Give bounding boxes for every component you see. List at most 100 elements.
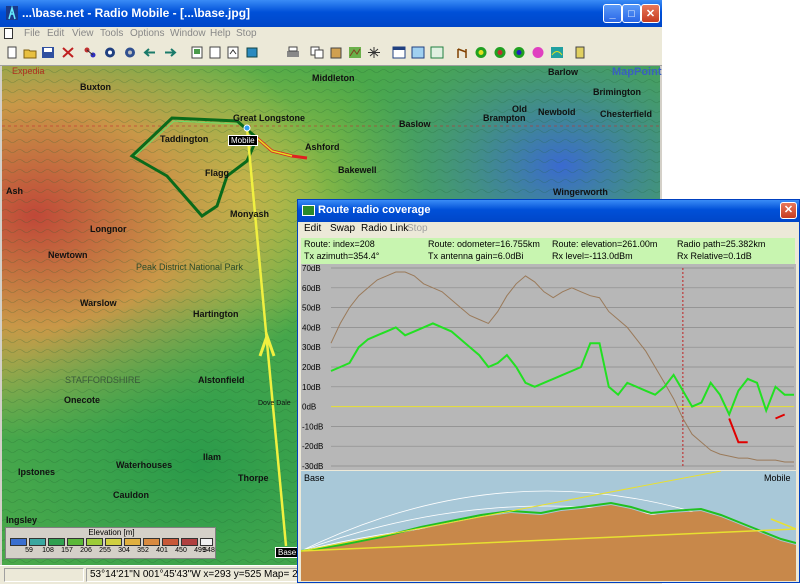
calculator-icon[interactable] [573,46,587,59]
title-bar[interactable]: ...\base.net - Radio Mobile - [...\base.… [0,0,662,27]
polar-icon[interactable] [493,46,507,59]
menu-stop[interactable]: Stop [236,27,257,41]
link-icon[interactable] [455,46,469,59]
legend-value: 206 [80,547,92,554]
status-cell-empty [4,568,84,582]
paste-icon[interactable] [329,46,343,59]
town-label: Flagg [205,168,229,178]
y-tick-label: -30dB [302,462,323,470]
coverage-close-button[interactable]: ✕ [780,202,797,219]
status-coordinates: 53°14'21"N 001°45'43"W x=293 y=525 Map= … [86,568,298,582]
mobile-marker-label[interactable]: Mobile [228,135,258,146]
extract-icon[interactable] [190,46,204,59]
town-label: Thorpe [238,473,269,483]
coverage-icon[interactable] [474,46,488,59]
series-line-2 [728,413,786,444]
legend-swatch [105,538,122,546]
town-label: Newbold [538,107,576,117]
town-label: Newtown [48,250,88,260]
town-label: Ash [6,186,24,196]
town-label: Peak District National Park [136,262,244,272]
base-marker-label[interactable]: Base [275,547,300,558]
town-label: Brampton [483,113,526,123]
menu-window[interactable]: Window [170,27,206,41]
y-tick-label: 10dB [302,383,321,392]
toolbar [0,41,662,66]
rainbow-icon[interactable] [550,46,564,59]
merge-icon[interactable] [245,46,259,59]
y-tick-label: 40dB [302,323,321,332]
town-label: Brimington [593,87,641,97]
document-icon[interactable] [4,28,13,39]
units-icon[interactable] [103,46,117,59]
y-tick-label: 50dB [302,304,321,313]
town-label: Wingerworth [553,187,608,197]
fit-icon[interactable] [430,46,444,59]
town-label: Taddington [160,134,209,144]
new-icon[interactable] [5,46,19,59]
legend-value: 255 [99,547,111,554]
import-icon[interactable] [143,46,157,59]
coverage-menu-stop[interactable]: Stop [407,223,428,234]
cartesian-icon[interactable] [512,46,526,59]
info-tx-azimuth: Tx azimuth=354.4° [304,251,380,261]
town-label: Waterhouses [116,460,173,470]
info-route-odometer: Route: odometer=16.755km [428,239,540,249]
info-route-elevation: Route: elevation=261.00m [552,239,658,249]
town-label: Baslow [399,119,431,129]
elevation-icon[interactable] [226,46,240,59]
zoom-icon[interactable] [411,46,425,59]
properties-icon[interactable] [61,46,75,59]
town-label: Longnor [90,224,127,234]
legend-value: 401 [156,547,168,554]
legend-swatch [67,538,84,546]
legend-swatch [200,538,213,546]
pictures-icon[interactable] [208,46,222,59]
town-label: Warslow [80,298,117,308]
close-button[interactable]: ✕ [641,4,660,23]
menu-tools[interactable]: Tools [100,27,123,41]
export-icon[interactable] [163,46,177,59]
y-tick-label: -10dB [302,422,323,431]
legend-swatch [29,538,46,546]
save-icon[interactable] [41,46,55,59]
town-label: Cauldon [113,490,149,500]
town-label: Expedia [12,66,45,76]
menu-view[interactable]: View [72,27,94,41]
terrain-profile[interactable] [301,471,796,581]
y-tick-label: 0dB [302,403,316,412]
coverage-menu-swap[interactable]: Swap [330,223,355,234]
open-icon[interactable] [23,46,37,59]
minimize-button[interactable]: _ [603,4,622,23]
window-icon[interactable] [392,46,406,59]
copy-icon[interactable] [310,46,324,59]
coverage-title-bar[interactable]: Route radio coverage ✕ [298,200,799,222]
maximize-button[interactable]: □ [622,4,641,23]
coverage-menu-edit[interactable]: Edit [304,223,321,234]
town-label: Ashford [305,142,340,152]
map-icon[interactable] [348,46,362,59]
legend-swatch [181,538,198,546]
town-label: Buxton [80,82,111,92]
menu-edit[interactable]: Edit [47,27,64,41]
menu-file[interactable]: File [24,27,40,41]
grid-icon[interactable] [367,46,381,59]
legend-value: 304 [118,547,130,554]
spectrum-icon[interactable] [531,46,545,59]
network-icon[interactable] [83,46,97,59]
town-label: STAFFORDSHIRE [65,375,141,385]
town-label: Onecote [64,395,101,405]
systems-icon[interactable] [123,46,137,59]
menu-help[interactable]: Help [210,27,231,41]
print-icon[interactable] [286,46,300,59]
legend-swatch [124,538,141,546]
menu-options[interactable]: Options [130,27,164,41]
town-label: Hartington [193,309,239,319]
town-label: Great Longstone [233,113,306,123]
coverage-menu-radio-link[interactable]: Radio Link [361,223,408,234]
signal-level-chart[interactable]: 70dB 60dB 50dB 40dB 30dB 20dB 10dB 0dB -10dB -20d… [301,264,796,470]
town-label: Dove Dale [258,400,291,407]
town-label: Ingsley [6,515,38,525]
legend-value: 108 [42,547,54,554]
town-label: MapPoint [612,66,662,78]
